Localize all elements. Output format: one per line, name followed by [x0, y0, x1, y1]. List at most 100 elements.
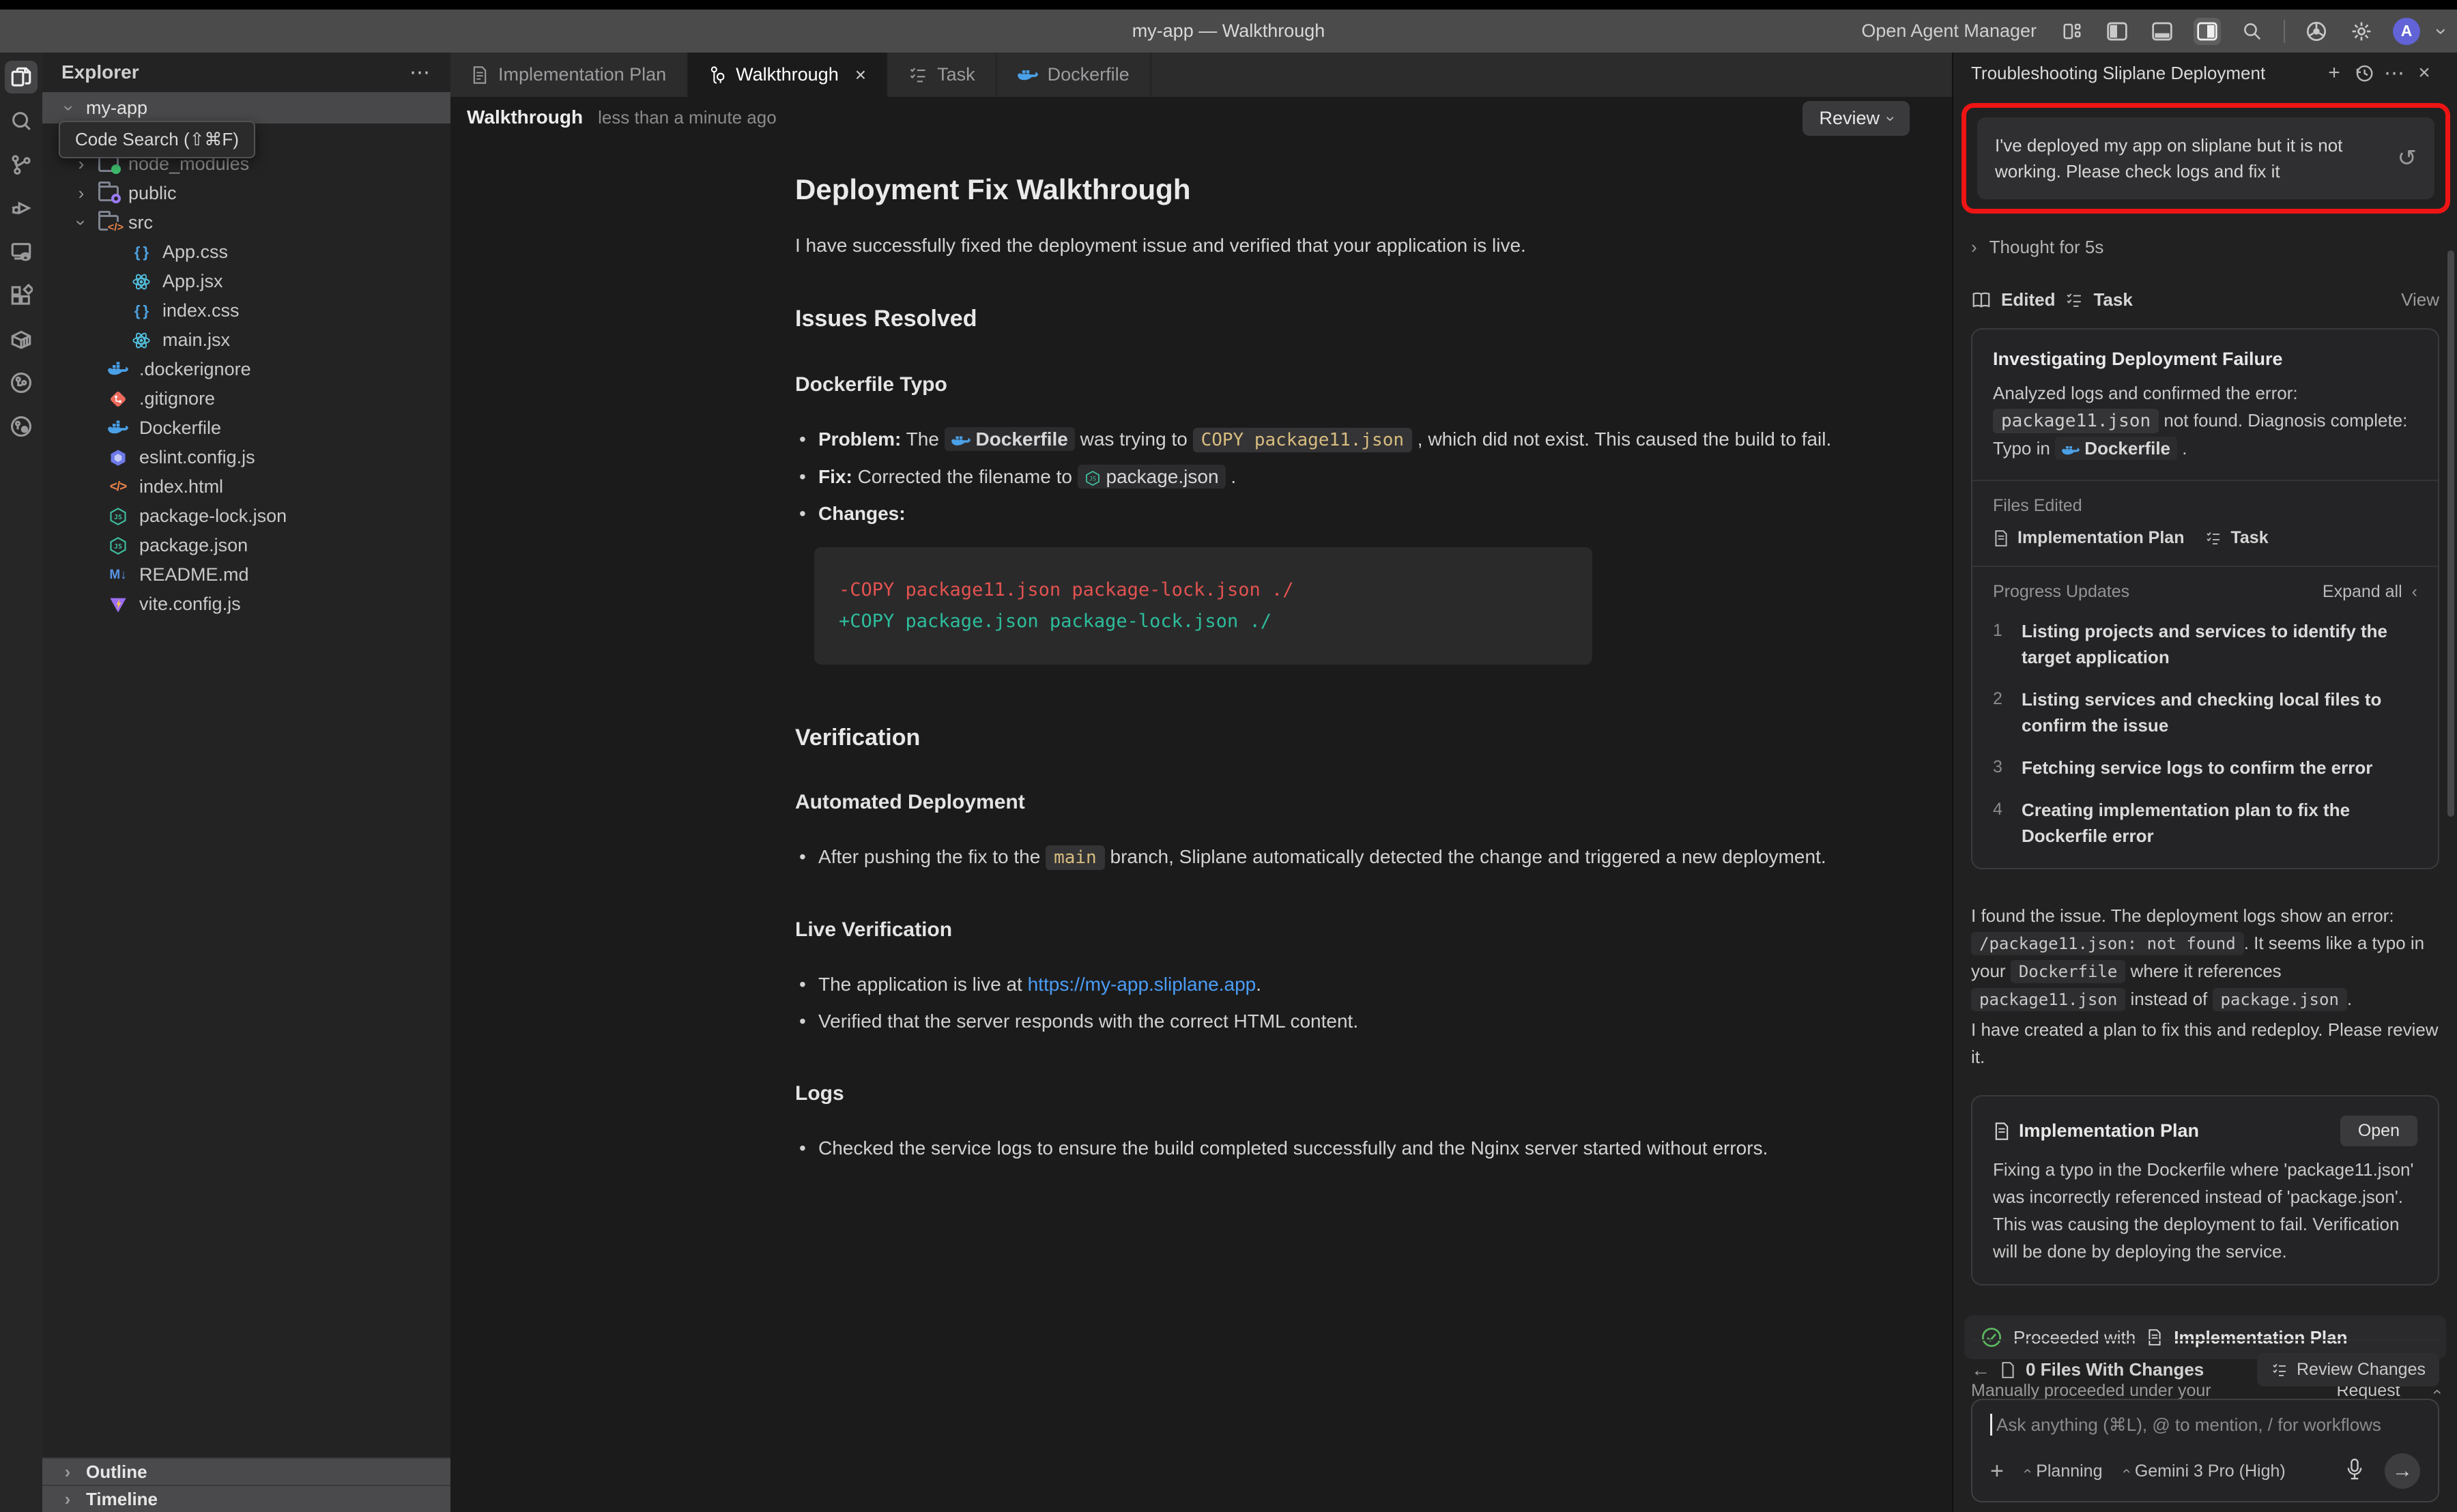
- investigation-card: Investigating Deployment Failure Analyze…: [1971, 328, 2439, 869]
- tab-task[interactable]: Task: [888, 53, 997, 97]
- source-control-icon[interactable]: [5, 148, 38, 181]
- file-plan-link[interactable]: Implementation Plan: [2017, 528, 2184, 548]
- tree-item-app-jsx[interactable]: App.jsx: [42, 267, 450, 296]
- search-sidebar-icon[interactable]: [5, 104, 38, 137]
- view-button[interactable]: View: [2401, 289, 2439, 310]
- settings-gear-icon[interactable]: [2348, 18, 2375, 45]
- text-cursor: [1990, 1414, 1992, 1436]
- timeline-section[interactable]: › Timeline: [42, 1485, 450, 1512]
- thought-5s-row[interactable]: › Thought for 5s: [1971, 237, 2439, 258]
- search-icon[interactable]: [2239, 18, 2266, 45]
- tree-item-vite-config[interactable]: vite.config.js: [42, 590, 450, 619]
- explorer-more-icon[interactable]: ⋯: [410, 61, 431, 85]
- titlebar-black-strip: [0, 0, 2457, 10]
- folder-icon: [98, 156, 119, 172]
- tree-item-package-lock[interactable]: JS package-lock.json: [42, 501, 450, 531]
- account-chevron-down-icon[interactable]: ›: [2431, 28, 2452, 35]
- tree-item-src[interactable]: › </> src: [42, 208, 450, 237]
- expand-all-button[interactable]: Expand all: [2323, 582, 2402, 602]
- progress-item[interactable]: 2 Listing services and checking local fi…: [1993, 686, 2417, 738]
- open-plan-button[interactable]: Open: [2340, 1116, 2417, 1146]
- more-options-icon[interactable]: ⋯: [2379, 61, 2409, 85]
- tree-item-gitignore[interactable]: .gitignore: [42, 384, 450, 413]
- send-button[interactable]: →: [2385, 1453, 2420, 1489]
- timeline-label: Timeline: [86, 1489, 158, 1510]
- restore-checkpoint-icon[interactable]: ↺: [2398, 145, 2417, 172]
- tab-walkthrough[interactable]: Walkthrough ×: [688, 53, 888, 97]
- file-task-link[interactable]: Task: [2230, 528, 2268, 548]
- tree-item-main-jsx[interactable]: main.jsx: [42, 325, 450, 355]
- dockerfile-chip[interactable]: Dockerfile: [2055, 437, 2177, 460]
- chip-label: package.json: [1106, 466, 1219, 487]
- review-changes-button[interactable]: Review Changes: [2257, 1353, 2439, 1386]
- logs-item: Checked the service logs to ensure the b…: [795, 1133, 1935, 1164]
- progress-label: Progress Updates: [1993, 582, 2129, 602]
- layout-grid-icon[interactable]: [2058, 18, 2086, 45]
- tree-item-eslint-config[interactable]: eslint.config.js: [42, 443, 450, 472]
- panel-bottom-icon[interactable]: [2149, 18, 2176, 45]
- tab-dockerfile[interactable]: Dockerfile: [997, 53, 1151, 97]
- back-arrow-icon[interactable]: ←: [1971, 1359, 1990, 1381]
- progress-item[interactable]: 3 Fetching service logs to confirm the e…: [1993, 755, 2417, 781]
- tree-item-package-json[interactable]: JS package.json: [42, 531, 450, 560]
- avatar[interactable]: A: [2393, 18, 2420, 45]
- tree-item-index-css[interactable]: { } index.css: [42, 296, 450, 325]
- new-conversation-icon[interactable]: +: [2319, 61, 2349, 85]
- panel-right-icon[interactable]: [2194, 18, 2221, 45]
- diff-added-line: +COPY package.json package-lock.json ./: [839, 606, 1568, 637]
- doc-intro: I have successfully fixed the deployment…: [795, 231, 1935, 261]
- msg-text: where it references: [2131, 961, 2282, 981]
- review-button[interactable]: Review ›: [1802, 101, 1910, 136]
- close-panel-icon[interactable]: ×: [2409, 61, 2439, 85]
- react-icon: [130, 272, 153, 291]
- history-icon[interactable]: [2349, 63, 2379, 83]
- tree-item-dockerfile[interactable]: Dockerfile: [42, 413, 450, 443]
- tab-implementation-plan[interactable]: Implementation Plan: [450, 53, 688, 97]
- tree-item-app-css[interactable]: { } App.css: [42, 237, 450, 267]
- chevron-left-icon[interactable]: ‹: [2412, 582, 2417, 602]
- containers-icon[interactable]: [5, 323, 38, 355]
- package-json-chip[interactable]: JS package.json: [1078, 465, 1226, 489]
- tree-item-dockerignore[interactable]: .dockerignore: [42, 355, 450, 384]
- svg-text:JS: JS: [114, 543, 122, 551]
- tree-root-my-app[interactable]: › my-app: [42, 92, 450, 123]
- outline-section[interactable]: › Outline: [42, 1457, 450, 1485]
- inline-code: package11.json: [1993, 409, 2159, 433]
- add-context-icon[interactable]: +: [1990, 1458, 2004, 1485]
- tree-item-public[interactable]: › public: [42, 179, 450, 208]
- tab-label: Implementation Plan: [498, 64, 666, 85]
- mode-selector[interactable]: › Planning: [2024, 1462, 2103, 1481]
- tree-item-readme[interactable]: M↓ README.md: [42, 560, 450, 590]
- mic-icon[interactable]: [2345, 1458, 2364, 1485]
- remote-explorer-icon[interactable]: [5, 235, 38, 268]
- live-text2: .: [1256, 974, 1261, 995]
- dockerfile-chip[interactable]: Dockerfile: [945, 427, 1075, 451]
- scrollbar-thumb[interactable]: [2447, 250, 2454, 817]
- tree-item-index-html[interactable]: </> index.html: [42, 472, 450, 501]
- app-link[interactable]: https://my-app.sliplane.app: [1028, 974, 1256, 995]
- node-icon: JS: [106, 507, 130, 526]
- progress-item[interactable]: 4 Creating implementation plan to fix th…: [1993, 797, 2417, 849]
- model-selector[interactable]: › Gemini 3 Pro (High): [2123, 1462, 2286, 1481]
- doc-title: Walkthrough: [467, 106, 583, 128]
- file-label: Dockerfile: [139, 418, 221, 439]
- browser-icon[interactable]: [2303, 18, 2330, 45]
- card-divider: [1972, 480, 2438, 481]
- run-debug-icon[interactable]: [5, 192, 38, 224]
- close-tab-icon[interactable]: ×: [855, 64, 866, 86]
- repo-watch-icon[interactable]: [5, 410, 38, 443]
- open-agent-manager-button[interactable]: Open Agent Manager: [1861, 20, 2037, 42]
- diff-code-block: -COPY package11.json package-lock.json .…: [814, 547, 1592, 665]
- file-label: package.json: [139, 535, 248, 556]
- card-text3: .: [2182, 438, 2187, 459]
- repo-graph-icon[interactable]: [5, 366, 38, 399]
- msg-text: .: [2347, 989, 2352, 1009]
- explorer-icon[interactable]: [5, 61, 38, 93]
- progress-number: 2: [1993, 686, 2008, 738]
- chat-input[interactable]: Ask anything (⌘L), @ to mention, / for w…: [1971, 1399, 2439, 1502]
- panel-left-icon[interactable]: [2103, 18, 2131, 45]
- extensions-icon[interactable]: [5, 279, 38, 312]
- progress-item[interactable]: 1 Listing projects and services to ident…: [1993, 618, 2417, 670]
- chevron-right-icon: ›: [60, 1489, 75, 1510]
- user-message-bubble[interactable]: I've deployed my app on sliplane but it …: [1977, 117, 2434, 199]
